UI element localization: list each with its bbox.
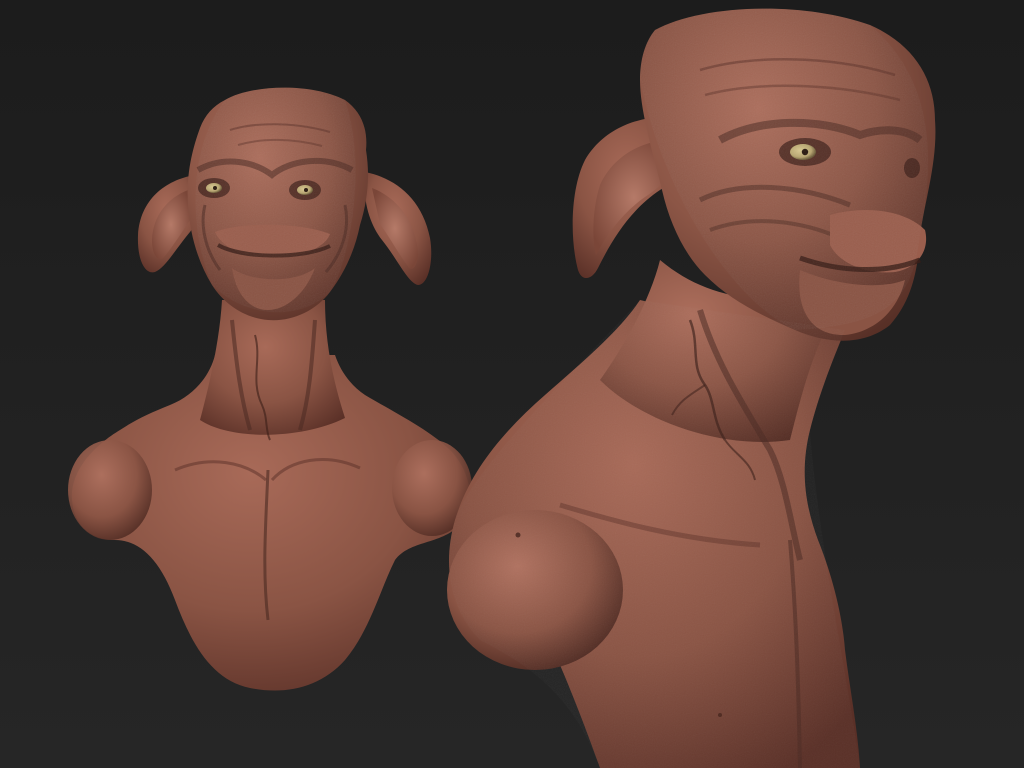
front-texture-overlay (195, 87, 356, 313)
sculpt-render-canvas (0, 0, 1024, 768)
front-shoulder-left (68, 440, 152, 540)
render-viewport (0, 0, 1024, 768)
tq-skin-pore-1 (515, 532, 521, 538)
tq-skin-pore-2 (718, 713, 722, 717)
